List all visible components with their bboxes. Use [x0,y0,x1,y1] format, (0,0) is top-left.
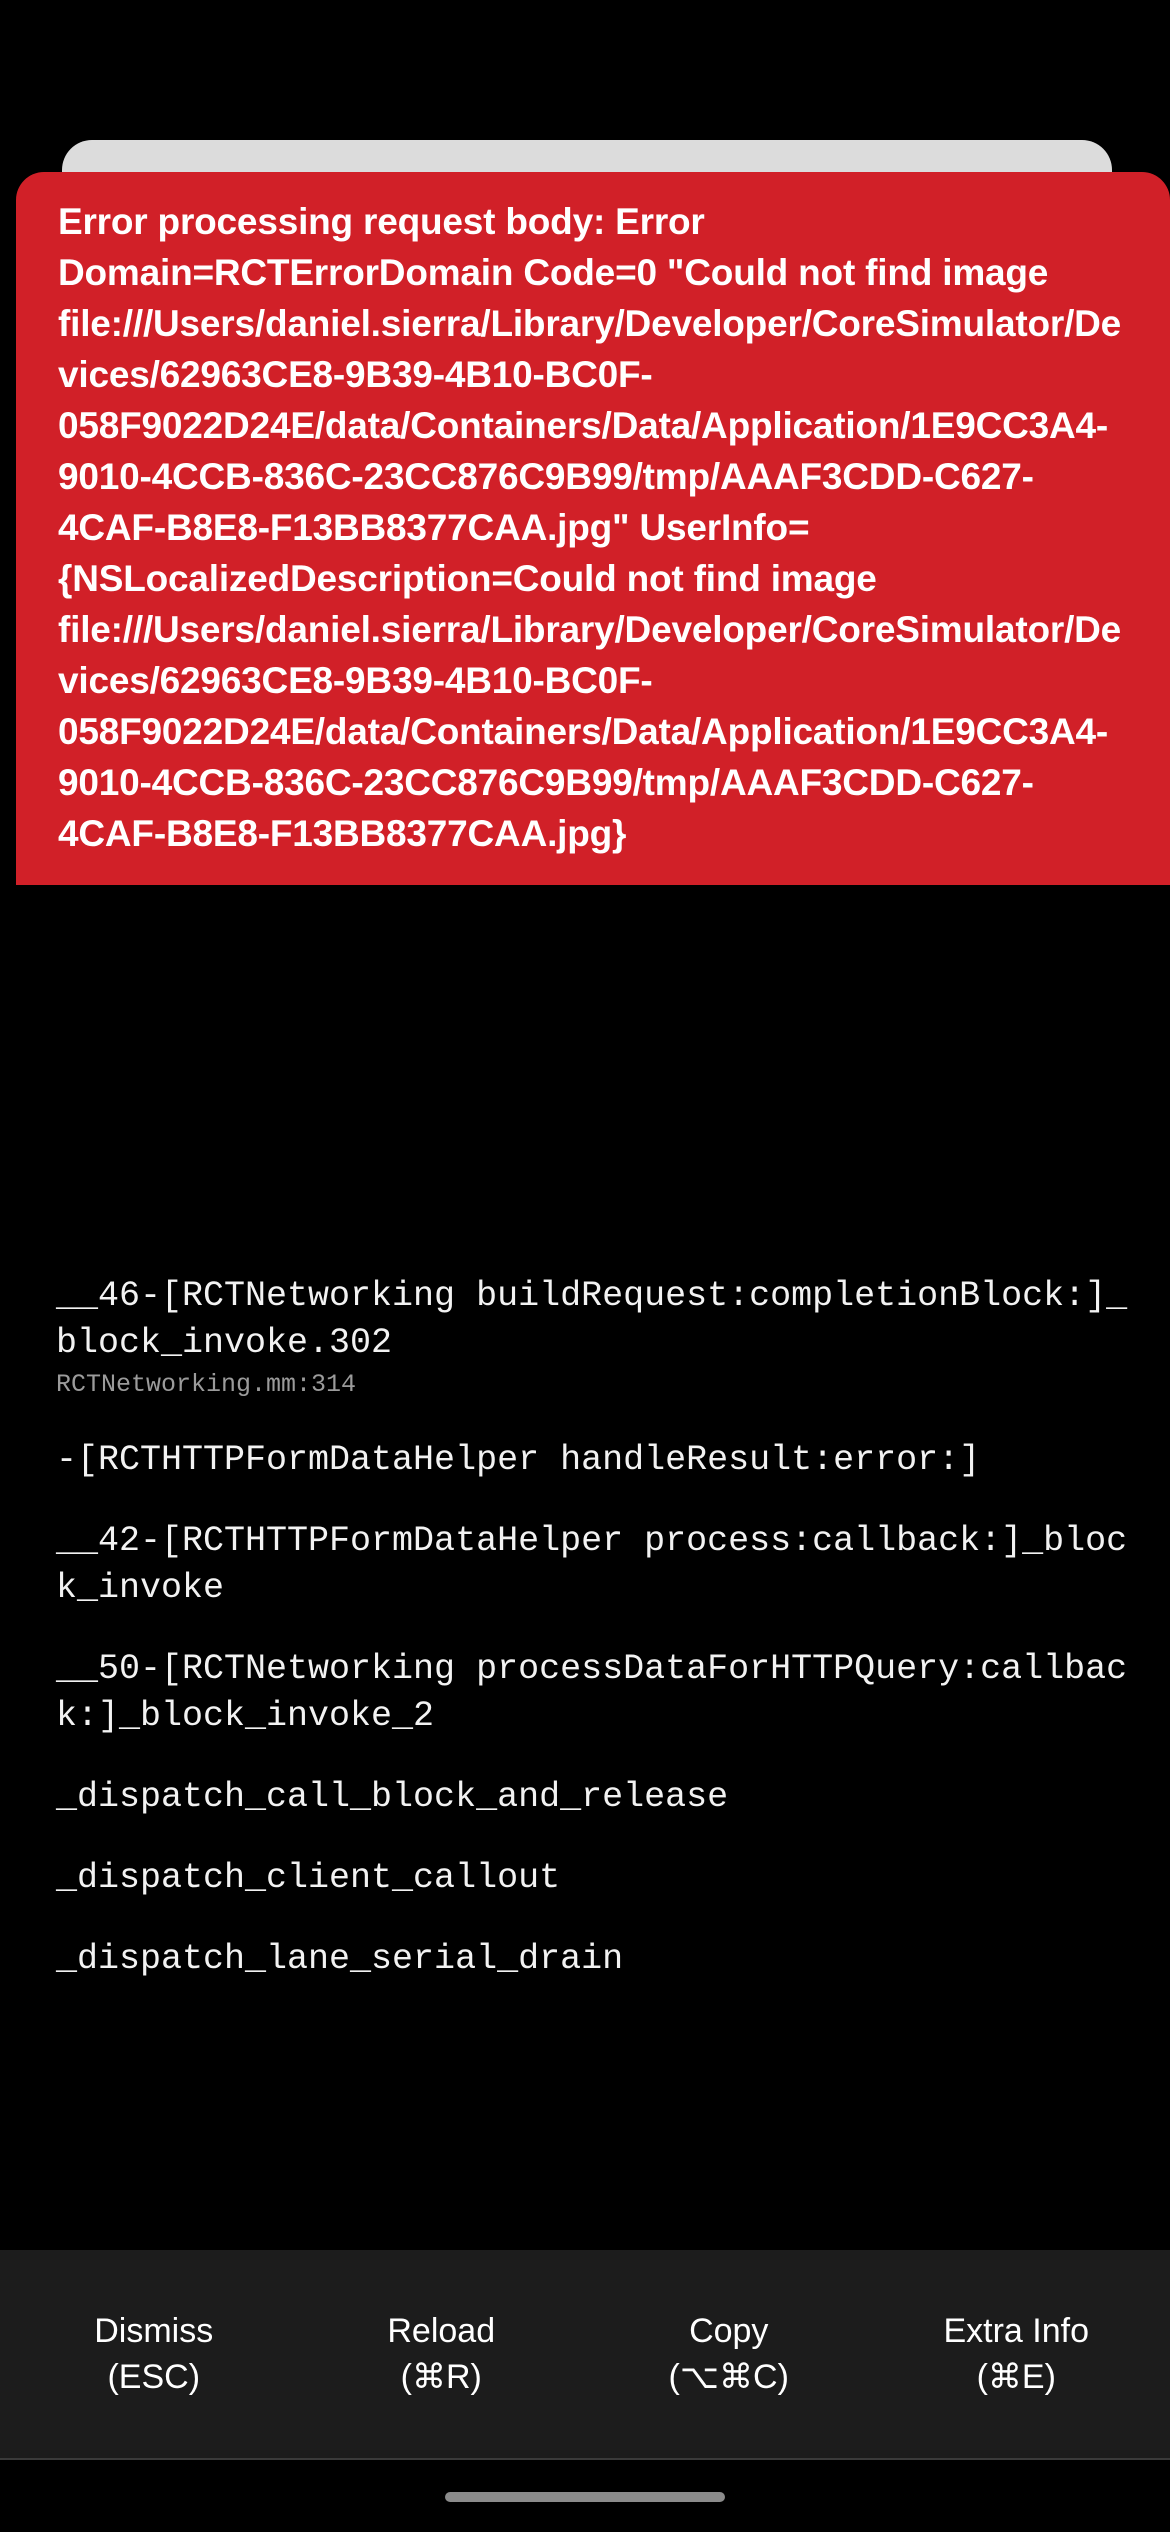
dismiss-button-label: Dismiss [94,2312,214,2350]
stack-frame-source: RCTNetworking.mm:314 [56,1370,357,1399]
stack-frame-title: _dispatch_call_block_and_release [56,1777,729,1817]
dismiss-button-shortcut: (ESC) [107,2358,201,2396]
stack-frame[interactable]: __46-[RCTNetworking buildRequest:complet… [0,1273,1170,1403]
frame-spacer [0,1918,1170,1936]
reload-button-label: Reload [387,2312,496,2350]
stack-frame-title: __46-[RCTNetworking buildRequest:complet… [56,1276,1128,1363]
frame-spacer [0,1837,1170,1855]
extra-info-button-shortcut: (⌘E) [976,2358,1056,2396]
error-message-text: Error processing request body: Error Dom… [58,201,1122,854]
redbox-error-banner: Error processing request body: Error Dom… [16,172,1170,885]
home-indicator[interactable] [445,2492,725,2502]
reload-button[interactable]: Reload (⌘R) [298,2308,586,2400]
extra-info-button[interactable]: Extra Info (⌘E) [873,2308,1161,2400]
frame-spacer [0,1419,1170,1437]
device-screen: Error processing request body: Error Dom… [0,0,1170,2532]
copy-button-label: Copy [689,2312,769,2350]
dismiss-button[interactable]: Dismiss (ESC) [10,2308,298,2400]
stack-frame-title: __50-[RCTNetworking processDataForHTTPQu… [56,1649,1128,1736]
stack-frame-title: -[RCTHTTPFormDataHelper handleResult:err… [56,1440,981,1480]
redbox-toolbar: Dismiss (ESC) Reload (⌘R) Copy (⌥⌘C) Ext… [0,2250,1170,2458]
stack-frame-title: __42-[RCTHTTPFormDataHelper process:call… [56,1521,1128,1608]
stack-frame[interactable]: __50-[RCTNetworking processDataForHTTPQu… [0,1646,1170,1740]
extra-info-button-label: Extra Info [943,2312,1089,2350]
copy-button-shortcut: (⌥⌘C) [668,2358,789,2396]
stack-trace-list[interactable]: __46-[RCTNetworking buildRequest:complet… [0,1265,1170,2250]
copy-button[interactable]: Copy (⌥⌘C) [585,2308,873,2400]
toolbar-divider [0,2458,1170,2460]
stack-frame[interactable]: _dispatch_lane_serial_drain [0,1936,1170,1983]
frame-spacer [0,1756,1170,1774]
frame-spacer [0,1500,1170,1518]
stack-frame[interactable]: _dispatch_client_callout [0,1855,1170,1902]
stack-frame-title: _dispatch_client_callout [56,1858,561,1898]
frame-spacer [0,1628,1170,1646]
stack-frame[interactable]: _dispatch_call_block_and_release [0,1774,1170,1821]
stack-frame-title: _dispatch_lane_serial_drain [56,1939,624,1979]
reload-button-shortcut: (⌘R) [400,2358,482,2396]
stack-frame[interactable]: -[RCTHTTPFormDataHelper handleResult:err… [0,1437,1170,1484]
stack-frame[interactable]: __42-[RCTHTTPFormDataHelper process:call… [0,1518,1170,1612]
